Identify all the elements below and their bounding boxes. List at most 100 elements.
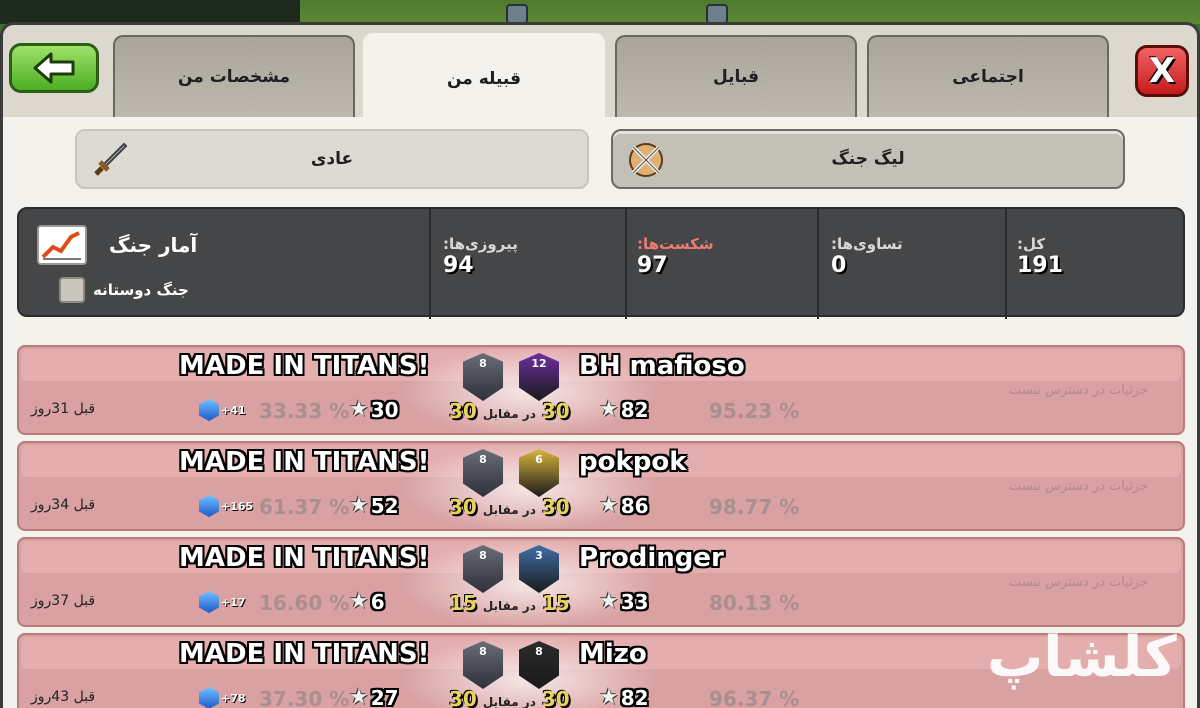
xp-gem-icon xyxy=(199,399,219,421)
clan-stars-value: 52 xyxy=(370,493,399,518)
clan-name: MADE IN TITANS! xyxy=(179,351,430,381)
star-icon: ★ xyxy=(349,397,369,422)
opponent-stars: ★ 86 xyxy=(599,493,649,518)
star-icon: ★ xyxy=(599,589,619,614)
opponent-level: 3 xyxy=(535,549,543,562)
war-size: 30 در مقابل 30 xyxy=(449,399,570,423)
tab-social[interactable]: اجتماعی xyxy=(867,35,1109,117)
war-size-b: 30 xyxy=(541,687,570,708)
draws-label: تساوی‌ها: xyxy=(831,235,903,253)
star-icon: ★ xyxy=(349,589,369,614)
watermark-logo: کلشاپ xyxy=(987,625,1177,690)
league-war-button[interactable]: لیگ جنگ xyxy=(611,129,1125,189)
war-size: 30 در مقابل 30 xyxy=(449,687,570,708)
war-size-b: 30 xyxy=(541,399,570,423)
xp-value: +41 xyxy=(221,403,246,417)
clan-name: MADE IN TITANS! xyxy=(179,639,430,669)
star-icon: ★ xyxy=(599,397,619,422)
normal-war-label: عادی xyxy=(310,149,354,169)
wins-cell: پیروزی‌ها: 94 xyxy=(431,209,627,319)
tab-label: قبیله من xyxy=(447,69,522,89)
stats-title-cell xyxy=(19,209,431,319)
star-icon: ★ xyxy=(599,685,619,708)
tab-my-profile[interactable]: مشخصات من xyxy=(113,35,355,117)
clan-stars: ★ 52 xyxy=(349,493,399,518)
opponent-destruction: 95.23 % xyxy=(709,399,800,423)
draws-value: 0 xyxy=(831,253,847,278)
lock-icon xyxy=(706,4,728,24)
clan-level: 8 xyxy=(479,453,487,466)
lock-icon xyxy=(506,4,528,24)
war-size-b: 30 xyxy=(541,495,570,519)
clan-name: MADE IN TITANS! xyxy=(179,543,430,573)
war-log-row[interactable]: MADE IN TITANS! 8 6 pokpok قبل 34روز +16… xyxy=(17,441,1185,531)
xp-reward: +17 xyxy=(199,591,246,613)
background-top-strip xyxy=(0,0,1200,24)
xp-gem-icon xyxy=(199,495,219,517)
war-size: 15 در مقابل 15 xyxy=(449,591,570,615)
opponent-name: Prodinger xyxy=(579,543,724,573)
opponent-level: 12 xyxy=(531,357,547,370)
clan-stars: ★ 30 xyxy=(349,397,399,422)
war-size: 30 در مقابل 30 xyxy=(449,495,570,519)
tab-clans[interactable]: قبایل xyxy=(615,35,857,117)
opponent-destruction: 98.77 % xyxy=(709,495,800,519)
close-icon: X xyxy=(1148,51,1176,91)
versus-label: در مقابل xyxy=(482,407,536,421)
war-stats-bar: آمار جنگ جنگ دوستانه پیروزی‌ها: 94 شکست‌… xyxy=(17,207,1185,319)
war-size-a: 15 xyxy=(449,591,477,615)
opponent-level: 8 xyxy=(535,645,543,658)
opponent-stars-value: 82 xyxy=(620,685,649,708)
clan-level: 8 xyxy=(479,357,487,370)
tab-label: اجتماعی xyxy=(952,67,1024,87)
arrow-left-icon xyxy=(33,52,75,84)
clan-destruction: 33.33 % xyxy=(259,399,350,423)
opponent-stars-value: 86 xyxy=(620,493,649,518)
opponent-level: 6 xyxy=(535,453,543,466)
opponent-name: pokpok xyxy=(579,447,687,477)
clan-destruction: 16.60 % xyxy=(259,591,350,615)
total-cell: کل: 191 xyxy=(1007,209,1183,319)
xp-reward: +165 xyxy=(199,495,253,517)
clan-stars-value: 27 xyxy=(370,685,399,708)
clan-stars: ★ 6 xyxy=(349,589,385,614)
clan-level: 8 xyxy=(479,549,487,562)
war-log-row[interactable]: MADE IN TITANS! 8 12 BH mafioso قبل 31رو… xyxy=(17,345,1185,435)
war-log-row[interactable]: MADE IN TITANS! 8 3 Prodinger قبل 37روز … xyxy=(17,537,1185,627)
star-icon: ★ xyxy=(599,493,619,518)
league-swords-icon xyxy=(625,139,667,181)
xp-value: +17 xyxy=(221,595,246,609)
details-unavailable: جزئیات در دسترس نیست xyxy=(1009,575,1148,590)
clan-name: MADE IN TITANS! xyxy=(179,447,430,477)
clan-stars-value: 30 xyxy=(370,397,399,422)
opponent-stars: ★ 82 xyxy=(599,685,649,708)
opponent-stars: ★ 82 xyxy=(599,397,649,422)
opponent-name: BH mafioso xyxy=(579,351,745,381)
clan-destruction: 61.37 % xyxy=(259,495,350,519)
opponent-destruction: 80.13 % xyxy=(709,591,800,615)
total-value: 191 xyxy=(1017,253,1063,278)
xp-gem-icon xyxy=(199,591,219,613)
opponent-stars-value: 82 xyxy=(620,397,649,422)
normal-war-button[interactable]: عادی xyxy=(75,129,589,189)
back-button[interactable] xyxy=(9,43,99,93)
war-date: قبل 43روز xyxy=(31,689,96,705)
war-size-b: 15 xyxy=(541,591,570,615)
league-war-label: لیگ جنگ xyxy=(831,149,905,169)
details-unavailable: جزئیات در دسترس نیست xyxy=(1009,383,1148,398)
clan-stars: ★ 27 xyxy=(349,685,399,708)
opponent-stars: ★ 33 xyxy=(599,589,649,614)
war-size-a: 30 xyxy=(449,399,477,423)
opponent-destruction: 96.37 % xyxy=(709,687,800,708)
versus-label: در مقابل xyxy=(482,695,536,708)
tab-label: مشخصات من xyxy=(177,67,291,87)
wins-label: پیروزی‌ها: xyxy=(443,235,518,253)
clan-destruction: 37.30 % xyxy=(259,687,350,708)
star-icon: ★ xyxy=(349,493,369,518)
clan-level: 8 xyxy=(479,645,487,658)
tab-my-clan[interactable]: قبیله من xyxy=(363,33,605,123)
losses-cell: شکست‌ها: 97 xyxy=(627,209,819,319)
war-size-a: 30 xyxy=(449,495,477,519)
close-button[interactable]: X xyxy=(1135,45,1189,97)
star-icon: ★ xyxy=(349,685,369,708)
